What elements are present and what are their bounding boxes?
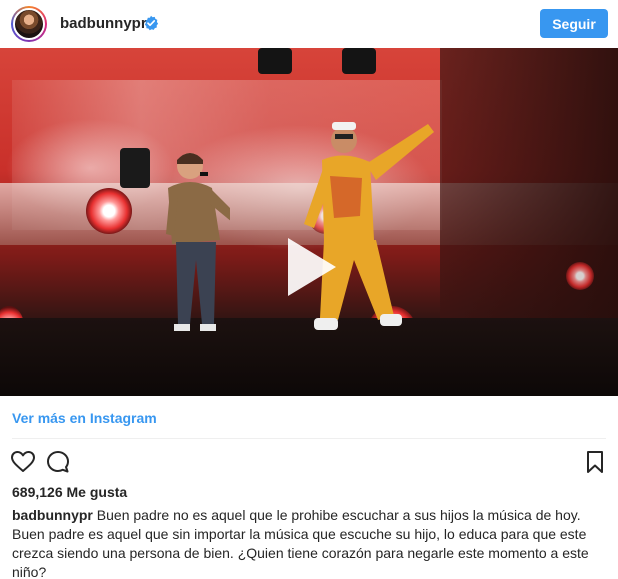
view-more-on-instagram-link[interactable]: Ver más en Instagram	[12, 410, 157, 426]
comment-icon[interactable]	[45, 449, 71, 475]
performer-adult	[304, 122, 434, 330]
post-header: badbunnypr Seguir	[0, 0, 618, 48]
performer-kid	[166, 153, 230, 331]
instagram-embed-post: badbunnypr Seguir Ver más en Instagram 6…	[0, 0, 618, 579]
stage-fixture	[120, 148, 150, 188]
avatar[interactable]	[11, 6, 47, 42]
stage-light	[86, 188, 132, 234]
stage-fixture	[342, 48, 376, 74]
caption: badbunnypr Buen padre no es aquel que le…	[12, 506, 608, 579]
follow-button[interactable]: Seguir	[540, 9, 608, 38]
verified-badge-icon	[144, 15, 159, 31]
bookmark-icon[interactable]	[582, 449, 608, 475]
stage-light	[566, 262, 594, 290]
heart-icon[interactable]	[10, 449, 36, 475]
caption-text: Buen padre no es aquel que le prohibe es…	[12, 507, 589, 579]
avatar-image	[13, 8, 45, 40]
caption-username-link[interactable]: badbunnypr	[12, 507, 93, 523]
likes-count: 689,126 Me gusta	[12, 484, 128, 500]
divider	[12, 438, 606, 439]
username-link[interactable]: badbunnypr	[60, 15, 147, 32]
stage-fixture	[258, 48, 292, 74]
video-player[interactable]	[0, 48, 618, 396]
play-icon[interactable]	[276, 234, 342, 300]
